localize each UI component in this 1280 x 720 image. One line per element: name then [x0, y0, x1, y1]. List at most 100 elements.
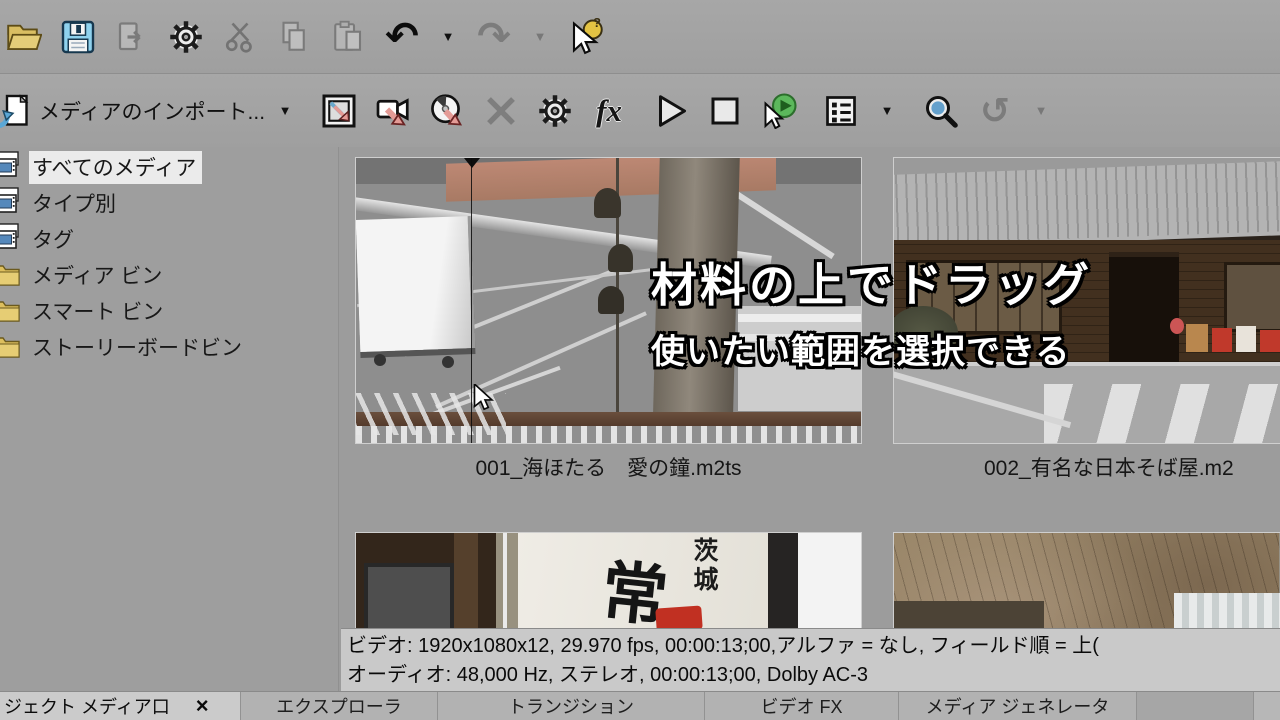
help-question-glyph: ? — [593, 15, 601, 30]
video-camera-icon — [375, 93, 411, 129]
extract-audio-button[interactable] — [429, 87, 465, 135]
photo-goods — [1236, 326, 1256, 352]
stop-button[interactable] — [707, 87, 743, 135]
sidebar-item-tags[interactable]: タグ — [0, 221, 338, 257]
tab-close-icon[interactable]: × — [196, 693, 209, 719]
tab-bar-spacer — [1137, 692, 1253, 720]
sidebar-item-label: メディア ビン — [29, 259, 168, 292]
sidebar-item-all-media[interactable]: すべてのメディア — [0, 149, 338, 185]
paste-button[interactable] — [330, 13, 366, 61]
tab-label: ジェクト メディア口 — [4, 693, 170, 719]
stop-icon — [707, 93, 743, 129]
sidebar-item-label: タイプ別 — [29, 187, 122, 220]
export-icon — [114, 19, 150, 55]
redo-dropdown[interactable]: ▼ — [530, 29, 550, 44]
play-button[interactable] — [653, 87, 689, 135]
import-media-label[interactable]: メディアのインポート... — [39, 96, 265, 126]
sidebar-item-label: タグ — [29, 223, 80, 256]
import-media-dropdown[interactable]: ▼ — [275, 103, 295, 118]
remove-media-button[interactable] — [483, 87, 519, 135]
sidebar-item-media-bin[interactable]: メディア ビン — [0, 257, 338, 293]
mouse-cursor-icon — [472, 384, 498, 414]
media-clips-icon — [0, 187, 17, 219]
sidebar-item-smart-bin[interactable]: スマート ビン — [0, 293, 338, 329]
media-properties-button[interactable] — [537, 87, 573, 135]
undo-dropdown[interactable]: ▼ — [438, 29, 458, 44]
sidebar-item-storyboard-bin[interactable]: ストーリーボードビン — [0, 329, 338, 365]
search-button[interactable] — [923, 87, 959, 135]
tab-media-generators[interactable]: メディア ジェネレータ — [899, 692, 1137, 720]
help-button[interactable]: ? — [568, 13, 604, 61]
media-info-status-bar: ビデオ: 1920x1080x12, 29.970 fps, 00:00:13;… — [341, 628, 1280, 692]
fx-icon: fx — [596, 93, 622, 129]
open-folder-icon — [6, 19, 42, 55]
media-filename[interactable]: 001_海ほたる 愛の鐘.m2ts — [356, 452, 861, 482]
auto-preview-button[interactable] — [761, 87, 797, 135]
folder-icon — [0, 295, 17, 327]
undo-button[interactable]: ↶ — [384, 13, 420, 61]
import-media-button[interactable] — [0, 87, 31, 135]
gear-icon — [537, 93, 573, 129]
sidebar-item-label: スマート ビン — [29, 295, 169, 328]
import-media-icon — [0, 93, 31, 129]
disc-icon — [429, 93, 465, 129]
scissors-icon — [222, 19, 258, 55]
sidebar-item-by-type[interactable]: タイプ別 — [0, 185, 338, 221]
audio-info-line: オーディオ: 48,000 Hz, ステレオ, 00:00:13;00, Dol… — [347, 661, 1280, 690]
gear-icon — [168, 19, 204, 55]
photo-region — [738, 314, 861, 322]
x-icon — [483, 93, 519, 129]
redo-button[interactable]: ↷ — [476, 13, 512, 61]
media-thumbnail-002[interactable] — [894, 158, 1280, 443]
media-pane: 001_海ほたる 愛の鐘.m2ts 002_有名な日本そば屋.m2 — [338, 147, 1280, 692]
bins-sidebar: すべてのメディア タイプ別 タグ メディア ビン スマート ビン ストーリーボー… — [0, 147, 338, 692]
paste-icon — [330, 19, 366, 55]
photo-flowers — [1170, 318, 1184, 334]
copy-button[interactable] — [276, 13, 312, 61]
tab-project-media[interactable]: ジェクト メディア口 × — [0, 692, 241, 720]
photo-goods — [1212, 328, 1232, 352]
media-fx-button[interactable]: fx — [591, 87, 627, 135]
save-icon — [60, 19, 96, 55]
project-media-window: ↶ ▼ ↷ ▼ ? メディアのインポート... ▼ — [0, 0, 1280, 720]
capture-video-button[interactable] — [375, 87, 411, 135]
photo-goods — [1186, 324, 1208, 352]
capture-frame-icon — [321, 93, 357, 129]
refresh-dropdown[interactable]: ▼ — [1031, 103, 1051, 118]
tab-explorer[interactable]: エクスプローラ — [241, 692, 438, 720]
main-toolbar: ↶ ▼ ↷ ▼ ? — [0, 0, 1280, 74]
views-dropdown[interactable]: ▼ — [877, 103, 897, 118]
scrub-marker-triangle[interactable] — [464, 158, 480, 168]
photo-bell — [598, 286, 624, 314]
photo-region — [442, 356, 454, 368]
media-clips-icon — [0, 223, 17, 255]
capture-frame-button[interactable] — [321, 87, 357, 135]
refresh-icon: ↺ — [980, 93, 1010, 129]
properties-button[interactable] — [168, 13, 204, 61]
cut-button[interactable] — [222, 13, 258, 61]
tab-scroll-region[interactable] — [1253, 692, 1280, 720]
media-filename[interactable]: 002_有名な日本そば屋.m2 — [984, 452, 1234, 482]
list-view-icon — [823, 93, 859, 129]
tab-video-fx[interactable]: ビデオ FX — [705, 692, 899, 720]
photo-region — [374, 354, 386, 366]
views-button[interactable] — [823, 87, 859, 135]
save-button[interactable] — [60, 13, 96, 61]
photo-entrance — [1109, 252, 1179, 365]
folder-icon — [0, 259, 17, 291]
refresh-button[interactable]: ↺ — [977, 87, 1013, 135]
photo-window — [1224, 262, 1280, 332]
photo-banner-kanji-side: 茨城 — [686, 537, 722, 595]
sidebar-item-label: ストーリーボードビン — [29, 331, 248, 364]
tab-label: メディア ジェネレータ — [926, 693, 1110, 719]
photo-bell — [608, 244, 633, 272]
search-icon — [923, 93, 959, 129]
tab-label: トランジション — [508, 693, 634, 719]
media-thumbnail-001[interactable] — [356, 158, 861, 443]
open-button[interactable] — [6, 13, 42, 61]
play-icon — [653, 93, 689, 129]
tab-label: ビデオ FX — [760, 693, 842, 719]
photo-goods — [1260, 330, 1280, 352]
export-button[interactable] — [114, 13, 150, 61]
tab-transitions[interactable]: トランジション — [438, 692, 705, 720]
